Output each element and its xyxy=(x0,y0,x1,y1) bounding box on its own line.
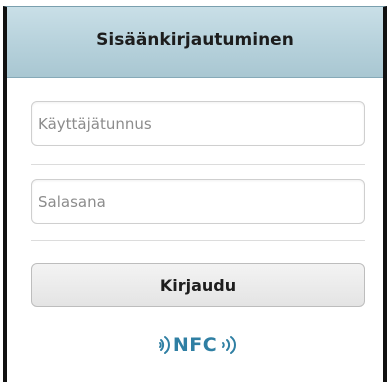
header-bar: Sisäänkirjautuminen xyxy=(7,7,383,78)
divider xyxy=(31,240,365,241)
login-button-label: Kirjaudu xyxy=(159,275,237,295)
username-input[interactable] xyxy=(32,102,364,145)
page-title: Sisäänkirjautuminen xyxy=(96,30,294,50)
nfc-waves-left-icon xyxy=(158,336,170,354)
nfc-label: NFC xyxy=(172,334,218,356)
login-button[interactable]: Kirjaudu xyxy=(31,263,365,307)
divider xyxy=(31,164,365,165)
login-screen: Sisäänkirjautuminen Kirjaudu NFC xyxy=(3,6,387,382)
nfc-waves-right-icon xyxy=(222,336,237,354)
username-field[interactable] xyxy=(31,101,365,146)
password-field[interactable] xyxy=(31,179,365,224)
nfc-indicator: NFC xyxy=(7,334,383,356)
password-input[interactable] xyxy=(32,180,364,223)
